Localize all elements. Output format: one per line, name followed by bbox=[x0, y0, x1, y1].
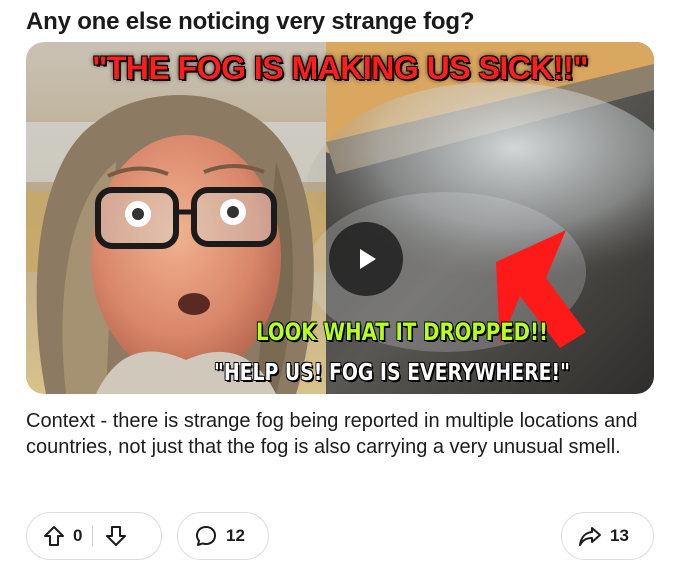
arrow-up-icon bbox=[44, 526, 64, 546]
thumbnail-caption-top: "THE FOG IS MAKING US SICK!!" bbox=[92, 50, 588, 86]
arrow-down-icon bbox=[106, 526, 127, 546]
share-button[interactable]: 13 bbox=[561, 512, 654, 560]
play-button[interactable] bbox=[329, 222, 403, 296]
share-count: 13 bbox=[610, 526, 629, 545]
thumbnail-caption-line2: "HELP US! FOG IS EVERYWHERE!" bbox=[214, 360, 570, 386]
play-icon bbox=[360, 249, 376, 269]
comments-button[interactable]: 12 bbox=[177, 512, 269, 560]
upvote-button[interactable] bbox=[41, 523, 67, 549]
thumbnail-caption-line1: LOOK WHAT IT DROPPED!! bbox=[256, 318, 548, 346]
share-arrow-icon bbox=[579, 527, 601, 546]
comment-bubble-icon bbox=[196, 526, 216, 546]
comment-count: 12 bbox=[226, 526, 245, 545]
vote-control: 0 bbox=[26, 512, 162, 560]
post-body: Context - there is strange fog being rep… bbox=[26, 410, 638, 458]
vote-count: 0 bbox=[73, 526, 83, 545]
downvote-button[interactable] bbox=[103, 523, 129, 549]
vote-divider bbox=[92, 525, 94, 547]
post-title[interactable]: Any one else noticing very strange fog? bbox=[26, 8, 474, 36]
video-thumbnail[interactable]: "THE FOG IS MAKING US SICK!!" LOOK WHAT … bbox=[26, 42, 654, 394]
